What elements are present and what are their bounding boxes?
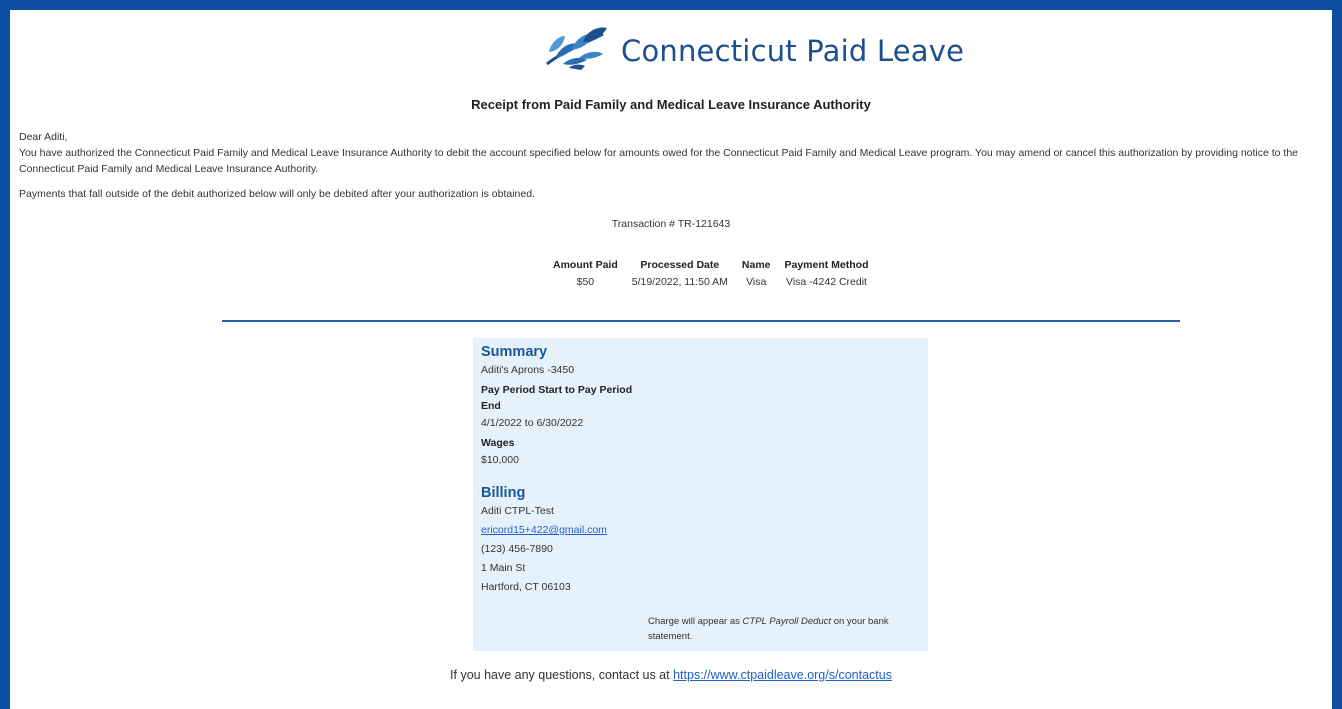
authorization-paragraph: You have authorized the Connecticut Paid… [19,147,1299,175]
processed-date: 5/19/2022, 11:50 AM [631,276,728,288]
pay-period-value: 4/1/2022 to 6/30/2022 [481,417,584,429]
debit-notice: Payments that fall outside of the debit … [19,188,535,200]
header-payment-method: Payment Method [784,259,869,271]
contact-us-link[interactable]: https://www.ctpaidleave.org/s/contactus [673,668,892,682]
payment-method: Visa -4242 Credit [786,276,867,288]
charge-note: Charge will appear as CTPL Payroll Deduc… [648,614,908,644]
employer-account: Aditi's Aprons -3450 [481,364,575,376]
transaction-number: Transaction # TR-121643 [611,218,731,230]
contact-footer: If you have any questions, contact us at… [10,668,1332,682]
brand-logo: Connecticut Paid Leave [541,24,964,77]
summary-billing-card: Summary Aditi's Aprons -3450 Pay Period … [473,338,928,651]
receipt-frame: Connecticut Paid Leave Receipt from Paid… [0,0,1342,709]
payment-table: Amount Paid Processed Date Name Payment … [546,257,876,290]
section-divider [222,320,1180,322]
receipt-page: Connecticut Paid Leave Receipt from Paid… [10,10,1332,709]
billing-phone: (123) 456-7890 [481,543,553,555]
header-name: Name [741,259,771,271]
receipt-title: Receipt from Paid Family and Medical Lea… [471,97,871,112]
authorization-text: Dear Aditi, You have authorized the Conn… [19,129,1339,202]
greeting: Dear Aditi, [19,131,68,143]
billing-street: 1 Main St [481,562,526,574]
wages-label: Wages [481,437,515,449]
header-amount-paid: Amount Paid [553,259,618,271]
charge-note-prefix: Charge will appear as [648,616,743,627]
billing-heading: Billing [481,485,526,501]
payer-name: Visa [746,276,767,288]
amount-paid: $50 [576,276,595,288]
leaves-logo-icon [541,24,613,77]
billing-email-link[interactable]: ericord15+422@gmail.com [481,524,607,536]
header-processed-date: Processed Date [640,259,720,271]
footer-text: If you have any questions, contact us at [450,668,674,682]
billing-city: Hartford, CT 06103 [481,581,571,593]
billing-name: Aditi CTPL-Test [481,505,554,517]
table-row: $50 5/19/2022, 11:50 AM Visa Visa -4242 … [546,274,876,290]
brand-name: Connecticut Paid Leave [621,33,965,68]
pay-period-label: Pay Period Start to Pay Period End [481,384,633,412]
wages-value: $10,000 [481,454,519,466]
charge-descriptor: CTPL Payroll Deduct [742,616,832,627]
payment-table-header: Amount Paid Processed Date Name Payment … [546,257,876,274]
summary-heading: Summary [481,344,548,360]
